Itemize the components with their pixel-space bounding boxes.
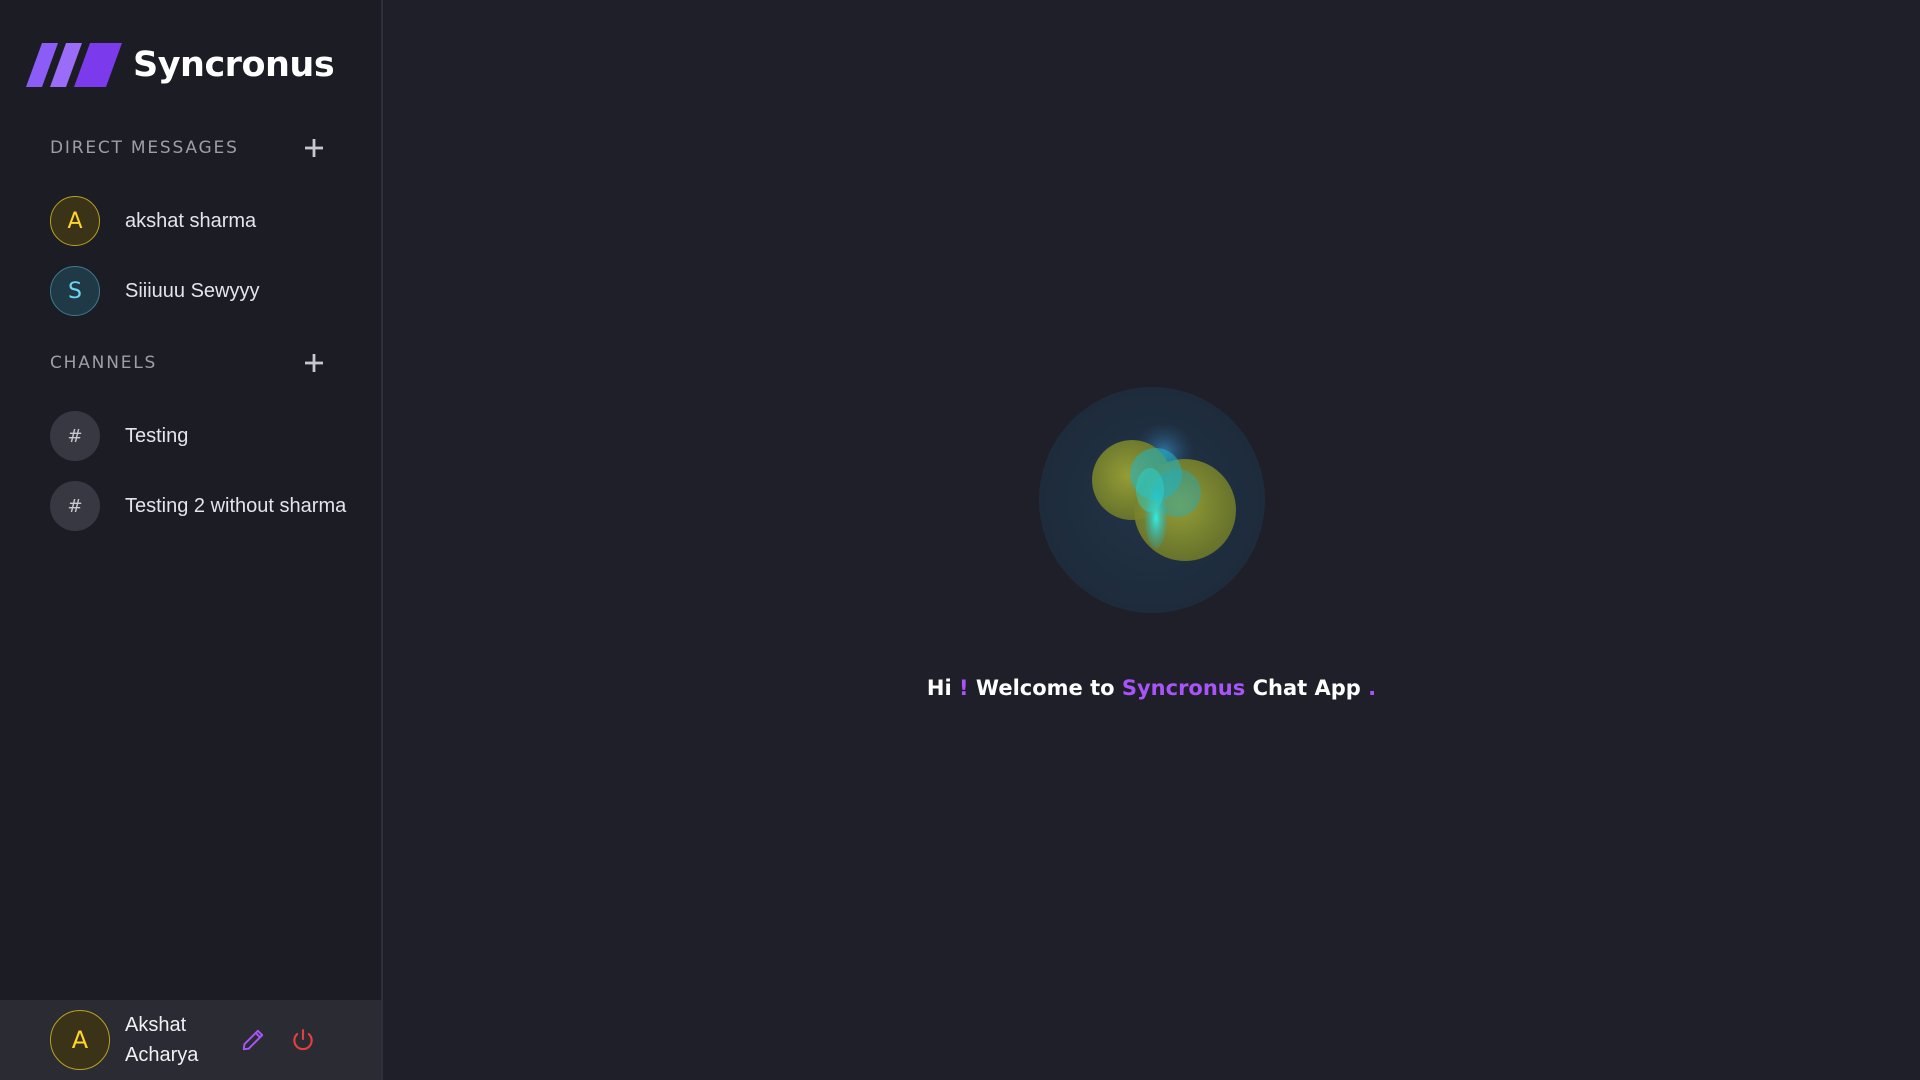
- direct-messages-header: DIRECT MESSAGES: [50, 133, 340, 163]
- dm-item-akshat-sharma[interactable]: A akshat sharma: [50, 195, 360, 247]
- main-panel: Hi ! Welcome to Syncronus Chat App .: [383, 0, 1920, 1080]
- profile-bar: A Akshat Acharya: [0, 1000, 381, 1080]
- app-root: Syncronus DIRECT MESSAGES A akshat sharm…: [0, 0, 1920, 1080]
- channel-item-testing[interactable]: # Testing: [50, 410, 360, 462]
- profile-avatar[interactable]: A: [50, 1010, 110, 1070]
- logout-button[interactable]: [285, 1022, 321, 1058]
- direct-messages-title: DIRECT MESSAGES: [50, 138, 239, 158]
- channels-header: CHANNELS: [50, 348, 340, 378]
- hash-icon: #: [50, 411, 100, 461]
- app-name: Syncronus: [133, 45, 335, 85]
- avatar: A: [50, 196, 100, 246]
- add-channel-button[interactable]: [300, 349, 328, 377]
- brand: Syncronus: [26, 40, 335, 90]
- dm-item-siiiuuu-sewyyy[interactable]: S Siiiuuu Sewyyy: [50, 265, 360, 317]
- channels-title: CHANNELS: [50, 353, 158, 373]
- add-direct-message-button[interactable]: [300, 134, 328, 162]
- hash-icon: #: [50, 481, 100, 531]
- welcome-animation-icon: [1039, 387, 1265, 613]
- profile-last-name: Acharya: [125, 1044, 199, 1066]
- welcome-suffix: Chat App: [1252, 676, 1361, 700]
- avatar: S: [50, 266, 100, 316]
- channel-item-label: Testing 2 without sharma: [125, 494, 347, 517]
- welcome-to: Welcome to: [975, 676, 1115, 700]
- channel-item-testing-2[interactable]: # Testing 2 without sharma: [50, 480, 360, 532]
- welcome-exclaim: !: [959, 676, 969, 700]
- profile-first-name: Akshat: [125, 1014, 187, 1036]
- logo-icon: [26, 43, 122, 87]
- plus-icon: [305, 139, 323, 157]
- profile-name: Akshat Acharya: [125, 1010, 235, 1070]
- dm-item-label: akshat sharma: [125, 209, 257, 232]
- welcome-hi: Hi: [926, 676, 952, 700]
- pencil-icon: [242, 1029, 264, 1051]
- dm-item-label: Siiiuuu Sewyyy: [125, 279, 260, 302]
- welcome-period: .: [1368, 676, 1377, 700]
- channel-item-label: Testing: [125, 424, 189, 447]
- sidebar: Syncronus DIRECT MESSAGES A akshat sharm…: [0, 0, 383, 1080]
- welcome-message: Hi ! Welcome to Syncronus Chat App .: [383, 676, 1920, 700]
- edit-profile-button[interactable]: [235, 1022, 271, 1058]
- plus-icon: [305, 354, 323, 372]
- welcome-app-name: Syncronus: [1121, 676, 1246, 700]
- power-icon: [293, 1029, 313, 1051]
